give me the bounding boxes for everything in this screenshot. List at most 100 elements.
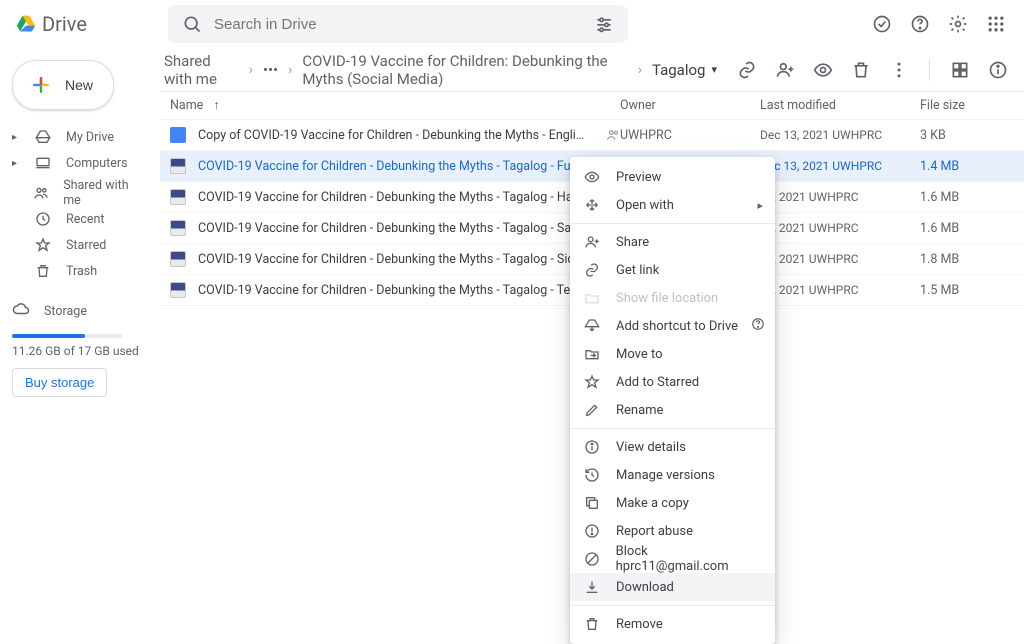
buy-storage-button[interactable]: Buy storage xyxy=(12,368,107,397)
ctx-move-to[interactable]: Move to xyxy=(570,340,775,368)
file-modified: 13, 2021 UWHPRC xyxy=(760,190,920,204)
ctx-label: Show file location xyxy=(616,291,718,306)
ctx-label: Block hprc11@gmail.com xyxy=(616,544,761,574)
ctx-label: Rename xyxy=(616,403,663,418)
sort-asc-icon: ↑ xyxy=(213,98,219,113)
info-icon[interactable] xyxy=(988,60,1008,80)
drive-logo[interactable]: Drive xyxy=(12,12,152,36)
ctx-add-starred[interactable]: Add to Starred xyxy=(570,368,775,396)
help-icon[interactable] xyxy=(910,14,930,34)
ctx-rename[interactable]: Rename xyxy=(570,396,775,424)
storage-used-text: 11.26 GB of 17 GB used xyxy=(12,344,148,358)
apps-icon[interactable] xyxy=(986,14,1006,34)
col-size[interactable]: File size xyxy=(920,98,1008,113)
trash-icon xyxy=(34,263,52,279)
file-name: COVID-19 Vaccine for Children - Debunkin… xyxy=(198,252,590,267)
app-name: Drive xyxy=(42,12,87,36)
ctx-make-copy[interactable]: Make a copy xyxy=(570,489,775,517)
col-name-label: Name xyxy=(170,98,203,113)
sidebar-item-shared[interactable]: Shared with me xyxy=(8,180,148,206)
people-icon xyxy=(33,185,49,201)
crumb-current[interactable]: Tagalog ▾ xyxy=(652,61,717,79)
sidebar-item-label: My Drive xyxy=(66,130,114,145)
warning-icon xyxy=(584,523,602,539)
ctx-download[interactable]: Download xyxy=(570,573,775,601)
ctx-label: Add to Starred xyxy=(616,375,699,390)
shortcut-icon xyxy=(584,318,602,334)
ctx-preview[interactable]: Preview xyxy=(570,163,775,191)
history-icon xyxy=(584,467,602,483)
ctx-share[interactable]: Share xyxy=(570,228,775,256)
search-icon xyxy=(182,14,202,34)
ctx-remove[interactable]: Remove xyxy=(570,610,775,638)
star-icon xyxy=(34,237,52,253)
file-modified: 13, 2021 UWHPRC xyxy=(760,283,920,297)
pencil-icon xyxy=(584,402,602,418)
new-button[interactable]: New xyxy=(12,60,114,110)
person-add-icon xyxy=(584,234,602,250)
copy-icon xyxy=(584,495,602,511)
sidebar-item-recent[interactable]: Recent xyxy=(8,206,148,232)
col-modified[interactable]: Last modified xyxy=(760,98,920,113)
sidebar-item-trash[interactable]: Trash xyxy=(8,258,148,284)
ctx-open-with[interactable]: Open with▸ xyxy=(570,191,775,219)
file-name: COVID-19 Vaccine for Children - Debunkin… xyxy=(198,283,590,298)
ctx-label: Open with xyxy=(616,198,674,213)
ctx-show-location: Show file location xyxy=(570,284,775,312)
drive-icon xyxy=(34,129,52,145)
col-owner[interactable]: Owner xyxy=(620,98,760,113)
download-icon xyxy=(584,579,602,595)
crumb-root[interactable]: Shared with me xyxy=(164,52,239,88)
ctx-label: Manage versions xyxy=(616,468,715,483)
eye-icon[interactable] xyxy=(813,60,833,80)
file-size: 1.5 MB xyxy=(920,283,1008,298)
crumb-mid[interactable]: COVID-19 Vaccine for Children: Debunking… xyxy=(302,52,627,88)
search-bar[interactable] xyxy=(168,5,628,43)
separator xyxy=(570,605,775,606)
ctx-manage-versions[interactable]: Manage versions xyxy=(570,461,775,489)
chevron-down-icon: ▾ xyxy=(711,63,717,76)
sidebar: New ▸ My Drive ▸ Computers Shared with m… xyxy=(0,48,160,561)
context-menu: Preview Open with▸ Share Get link Show f… xyxy=(570,157,775,644)
sidebar-item-label: Shared with me xyxy=(63,178,140,208)
search-input[interactable] xyxy=(214,16,582,33)
clock-icon xyxy=(34,211,52,227)
caret-icon: ▸ xyxy=(12,158,20,169)
ctx-label: Add shortcut to Drive xyxy=(616,319,738,334)
file-owner: UWHPRC xyxy=(620,128,760,143)
ctx-report-abuse[interactable]: Report abuse xyxy=(570,517,775,545)
file-size: 3 KB xyxy=(920,128,1008,143)
search-options-icon[interactable] xyxy=(594,14,614,34)
ctx-block[interactable]: Block hprc11@gmail.com xyxy=(570,545,775,573)
header: Drive xyxy=(0,0,1024,48)
file-size: 1.4 MB xyxy=(920,159,1008,174)
crumb-overflow[interactable]: ••• xyxy=(263,61,278,79)
sidebar-item-label: Starred xyxy=(66,238,106,253)
ctx-label: Share xyxy=(616,235,649,250)
header-actions xyxy=(872,14,1012,34)
ready-offline-icon[interactable] xyxy=(872,14,892,34)
file-row[interactable]: Copy of COVID-19 Vaccine for Children - … xyxy=(160,120,1024,151)
ctx-add-shortcut[interactable]: Add shortcut to Drive xyxy=(570,312,775,340)
help-icon[interactable] xyxy=(751,317,765,335)
settings-icon[interactable] xyxy=(948,14,968,34)
trash-icon[interactable] xyxy=(851,60,871,80)
file-name: COVID-19 Vaccine for Children - Debunkin… xyxy=(198,159,590,174)
sidebar-item-computers[interactable]: ▸ Computers xyxy=(8,150,148,176)
ctx-view-details[interactable]: View details xyxy=(570,433,775,461)
trash-icon xyxy=(584,616,602,632)
file-modified: 13, 2021 UWHPRC xyxy=(760,221,920,235)
storage-section: Storage 11.26 GB of 17 GB used Buy stora… xyxy=(8,296,148,397)
grid-view-icon[interactable] xyxy=(950,60,970,80)
sidebar-item-starred[interactable]: Starred xyxy=(8,232,148,258)
sidebar-item-my-drive[interactable]: ▸ My Drive xyxy=(8,124,148,150)
link-icon[interactable] xyxy=(737,60,757,80)
more-icon[interactable] xyxy=(889,60,909,80)
caret-icon: ▸ xyxy=(12,132,20,143)
link-icon xyxy=(584,262,602,278)
ctx-get-link[interactable]: Get link xyxy=(570,256,775,284)
person-add-icon[interactable] xyxy=(775,60,795,80)
col-name[interactable]: Name ↑ xyxy=(170,98,620,113)
storage-label: Storage xyxy=(44,304,87,319)
sidebar-item-storage[interactable]: Storage xyxy=(12,296,148,326)
